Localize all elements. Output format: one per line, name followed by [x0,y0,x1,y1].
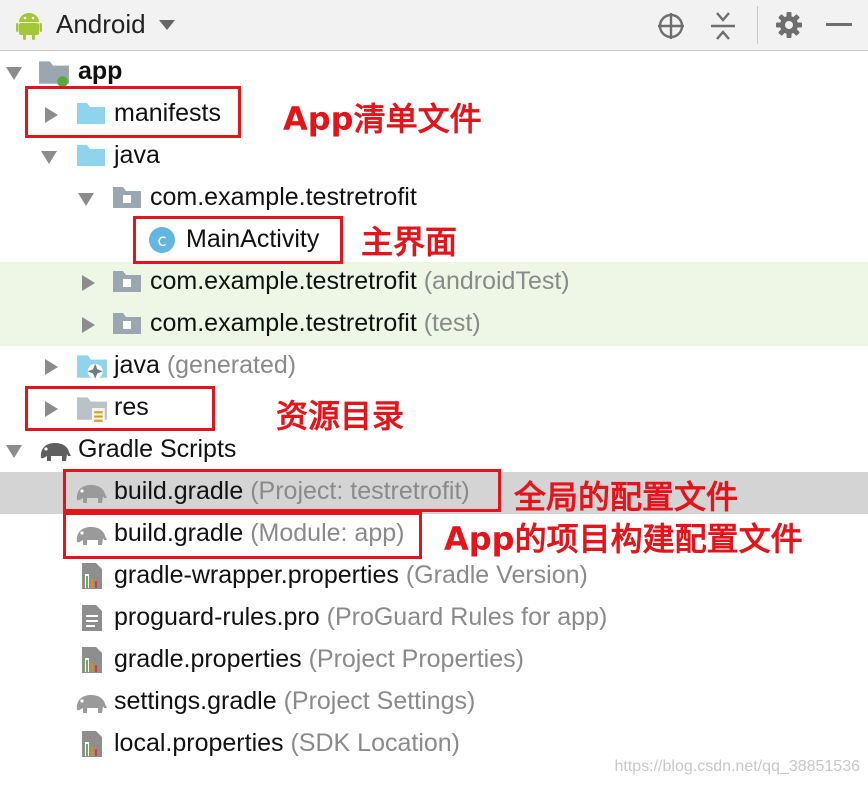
tree-label: com.example.testretrofit [150,183,417,211]
generated-folder-icon [76,350,108,382]
expanded-arrow-icon[interactable] [78,191,94,207]
package-icon [112,310,142,336]
watermark: https://blog.csdn.net/qq_38851536 [614,758,860,775]
annotation-project-gradle: 全局的配置文件 [514,478,739,516]
tree-node-gradle-scripts[interactable]: Gradle Scripts [0,430,868,472]
chevron-down-icon [158,19,175,30]
android-icon [16,12,42,40]
tree-label: Gradle Scripts [78,435,237,463]
tree-label: com.example.testretrofit (test) [150,309,481,337]
tree-node-package-android-test[interactable]: com.example.testretrofit (androidTest) [0,262,868,304]
gear-icon[interactable] [775,11,803,39]
annotation-res: 资源目录 [276,397,405,435]
package-icon [112,268,142,294]
view-mode-label: Android [56,9,146,39]
text-file-icon [80,604,104,632]
view-mode-selector[interactable]: Android [16,9,176,40]
gradle-elephant-icon [38,438,72,464]
tree-node-package-test[interactable]: com.example.testretrofit (test) [0,304,868,346]
tree-label: com.example.testretrofit (androidTest) [150,267,570,295]
tree-label: local.properties (SDK Location) [114,729,461,757]
highlight-box-res [25,386,215,431]
collapsed-arrow-icon[interactable] [80,317,96,333]
annotation-manifests: App清单文件 [283,100,482,138]
properties-file-icon [80,646,104,674]
tree-label: java (generated) [114,351,297,379]
gradle-elephant-icon [74,690,108,716]
project-toolbar: Android [0,0,868,51]
tree-node-java[interactable]: java [0,136,868,178]
package-icon [112,184,142,210]
tree-node-java-generated[interactable]: java (generated) [0,346,868,388]
locate-icon[interactable] [656,11,686,41]
tree-label: app [78,57,123,85]
highlight-box-project-gradle [63,469,501,512]
tree-label: settings.gradle (Project Settings) [114,687,476,715]
tree-node-settings-gradle[interactable]: settings.gradle (Project Settings) [0,682,868,724]
folder-icon [76,142,106,168]
tree-node-gradle-properties[interactable]: gradle.properties (Project Properties) [0,640,868,682]
annotation-main-activity: 主界面 [361,223,458,261]
collapsed-arrow-icon[interactable] [43,359,59,375]
tree-label: gradle-wrapper.properties (Gradle Versio… [114,561,588,589]
collapsed-arrow-icon[interactable] [80,275,96,291]
toolbar-separator [757,6,758,44]
expanded-arrow-icon[interactable] [41,149,57,165]
highlight-box-manifests [25,86,241,138]
tree-label: java [114,141,160,169]
tree-node-proguard-rules[interactable]: proguard-rules.pro (ProGuard Rules for a… [0,598,868,640]
tree-label: gradle.properties (Project Properties) [114,645,524,673]
tree-node-package-main[interactable]: com.example.testretrofit [0,178,868,220]
module-folder-icon [38,56,70,88]
minimize-icon[interactable] [826,22,852,28]
collapse-all-icon[interactable] [710,11,736,41]
tree-label: proguard-rules.pro (ProGuard Rules for a… [114,603,608,631]
properties-file-icon [80,730,104,758]
highlight-box-main-activity [133,216,343,264]
highlight-box-module-gradle [63,512,422,559]
expanded-arrow-icon[interactable] [6,443,22,459]
expanded-arrow-icon[interactable] [6,65,22,81]
annotation-module-gradle: App的项目构建配置文件 [444,520,803,558]
properties-file-icon [80,562,104,590]
tree-node-gradle-wrapper-properties[interactable]: gradle-wrapper.properties (Gradle Versio… [0,556,868,598]
